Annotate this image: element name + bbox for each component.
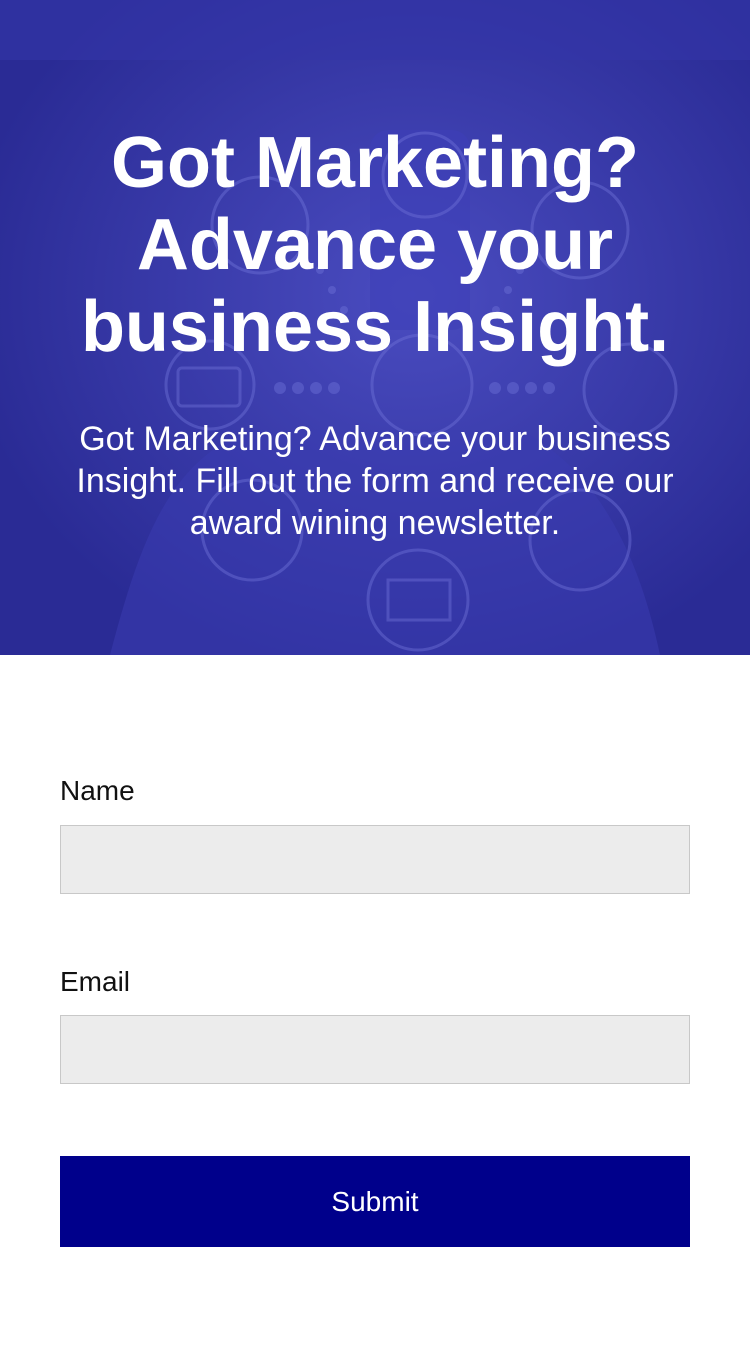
submit-button[interactable]: Submit xyxy=(60,1156,690,1247)
email-label: Email xyxy=(60,966,131,997)
hero-content: Got Marketing? Advance your business Ins… xyxy=(0,0,750,544)
email-input[interactable] xyxy=(60,1015,690,1084)
hero-banner: Got Marketing? Advance your business Ins… xyxy=(0,0,750,655)
hero-title: Got Marketing? Advance your business Ins… xyxy=(80,123,670,367)
name-label: Name xyxy=(60,775,135,806)
hero-subtitle: Got Marketing? Advance your business Ins… xyxy=(76,420,674,542)
name-input[interactable] xyxy=(60,825,690,894)
